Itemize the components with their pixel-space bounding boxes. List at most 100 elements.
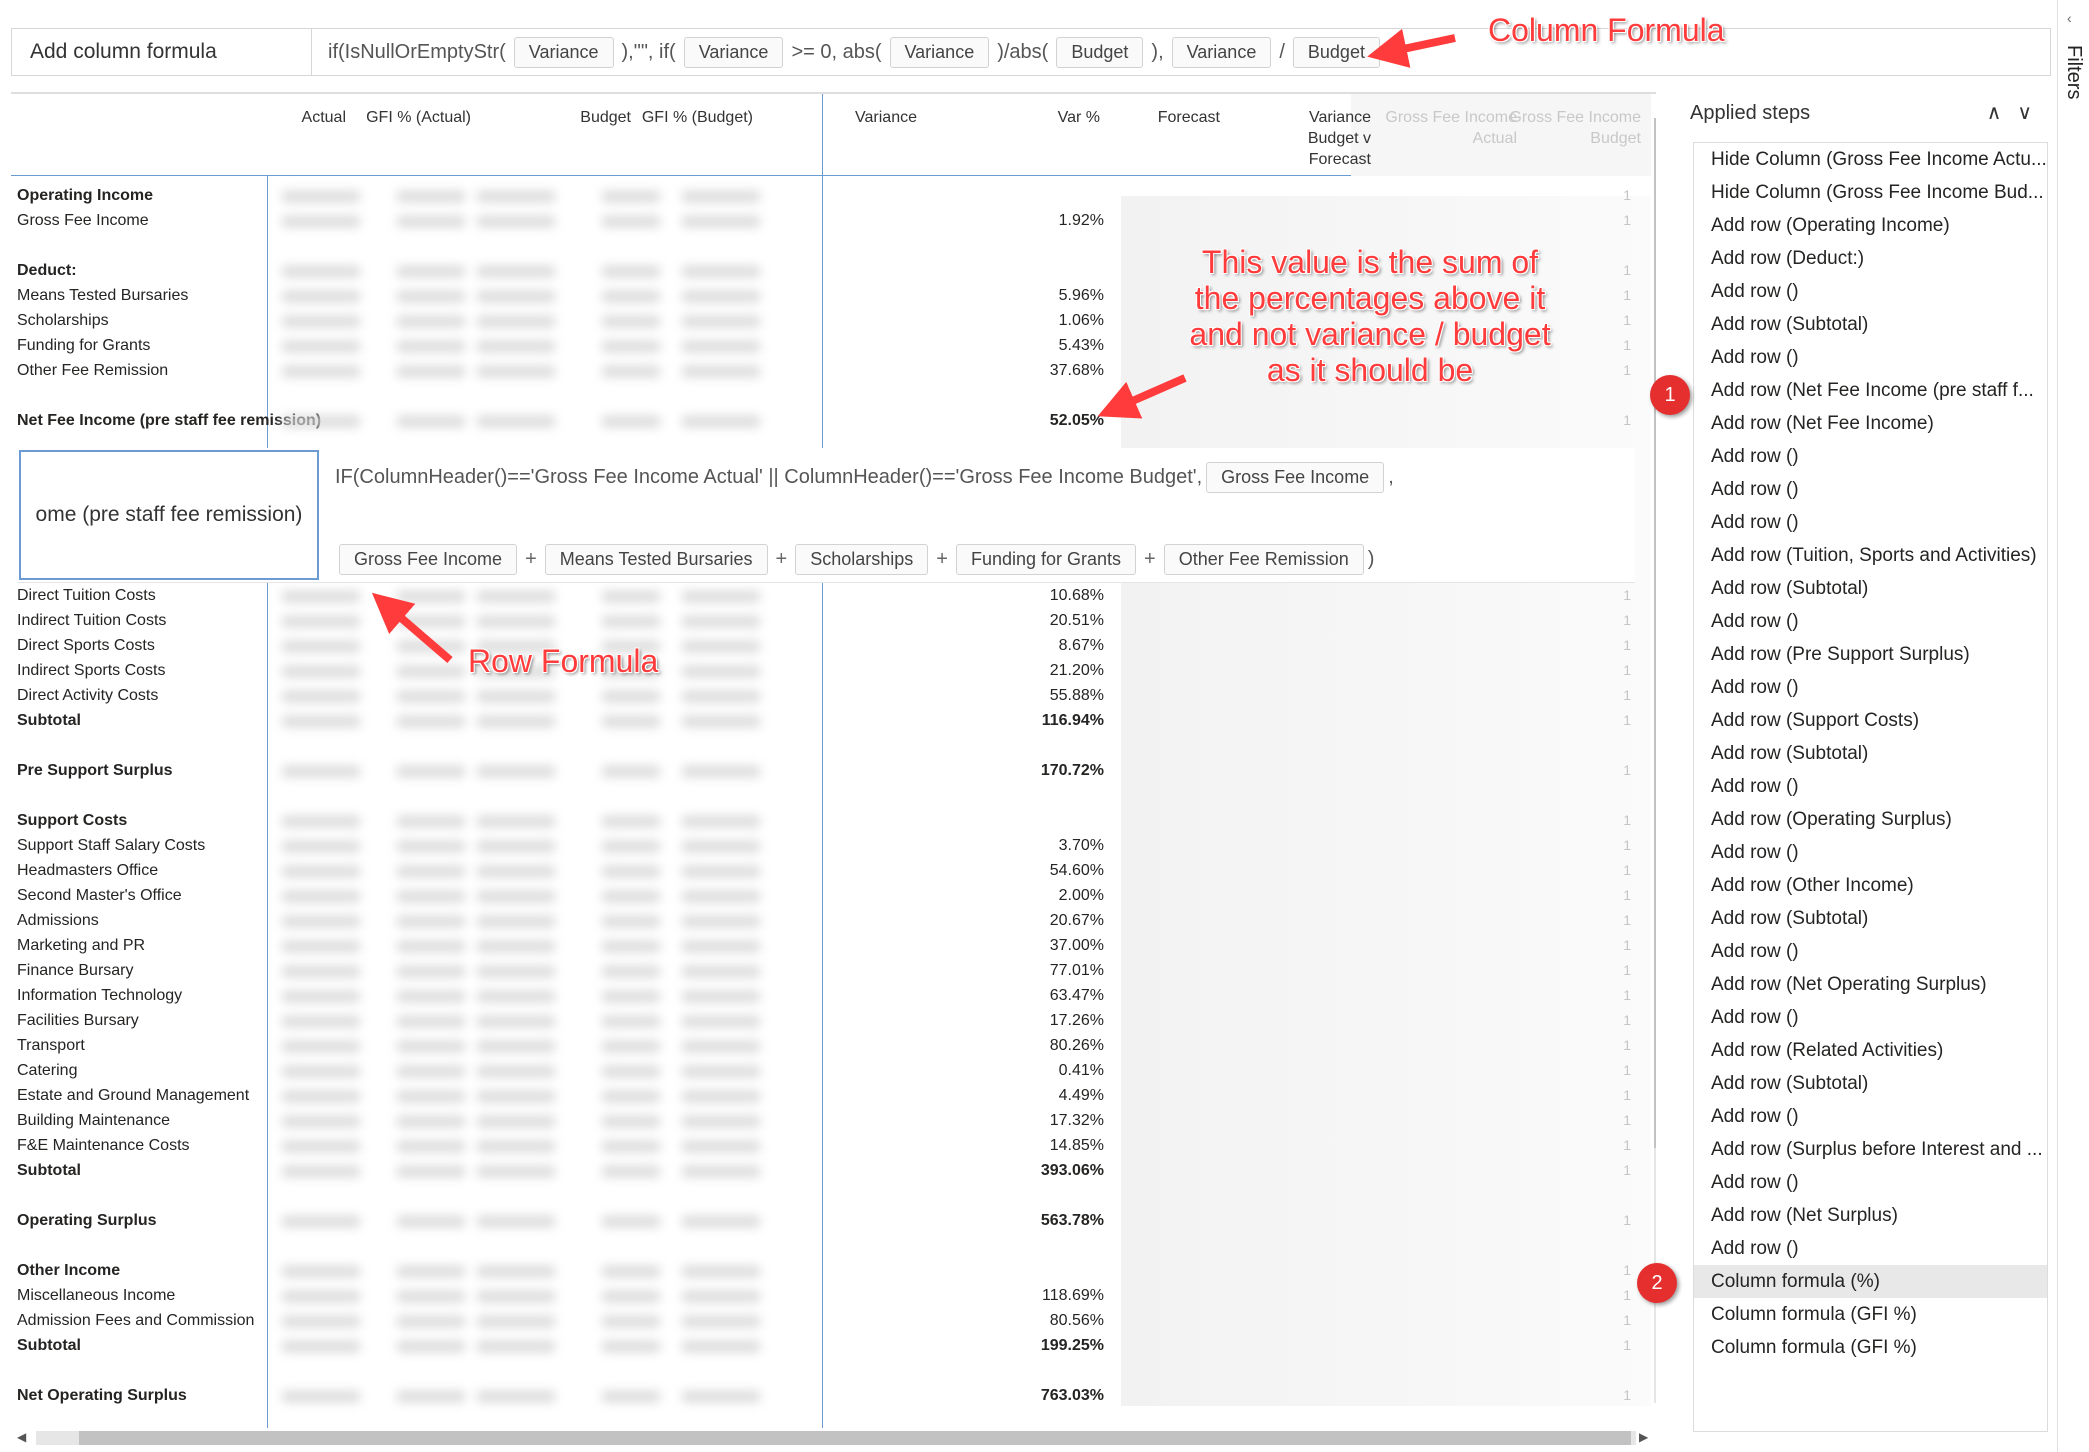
applied-step-item[interactable]: Add row () (1694, 605, 2047, 638)
applied-steps-list[interactable]: Hide Column (Gross Fee Income Actu... Hid… (1693, 142, 2048, 1432)
column-header[interactable]: Gross Fee Income Budget (1509, 107, 1641, 149)
applied-step-item[interactable]: Add row () (1694, 506, 2047, 539)
applied-step-item[interactable]: Column formula (GFI %) (1694, 1298, 2047, 1331)
table-row[interactable]: Finance Bursary 1 77.01% (11, 958, 1651, 983)
scroll-down-icon[interactable]: ▼ (1655, 1410, 1656, 1424)
column-header[interactable]: Budget (580, 107, 631, 128)
row-formula-name-field[interactable]: ome (pre staff fee remission) (19, 450, 319, 580)
table-row[interactable]: Direct Tuition Costs 1 10.68% (11, 583, 1651, 608)
applied-step-item[interactable]: Add row (Tuition, Sports and Activities) (1694, 539, 2047, 572)
table-row[interactable]: Support Staff Salary Costs 1 3.70% (11, 833, 1651, 858)
scroll-up-icon[interactable]: ▲ (1655, 100, 1656, 114)
applied-step-item[interactable]: Add row (Net Fee Income) (1694, 407, 2047, 440)
applied-step-item[interactable]: Add row () (1694, 473, 2047, 506)
filters-label[interactable]: Filters (2062, 45, 2085, 99)
hscroll-thumb[interactable] (79, 1431, 1631, 1445)
vertical-scrollbar[interactable]: ▲ ▼ (1651, 98, 1656, 1428)
table-row[interactable]: Headmasters Office 1 54.60% (11, 858, 1651, 883)
column-header[interactable]: Variance Budget v Forecast (1308, 107, 1371, 170)
applied-step-item[interactable]: Add row (Net Operating Surplus) (1694, 968, 2047, 1001)
table-row[interactable]: Building Maintenance 1 17.32% (11, 1108, 1651, 1133)
column-header[interactable]: GFI % (Budget) (642, 107, 753, 128)
applied-step-item[interactable]: Add row (Surplus before Interest and ... (1694, 1133, 2047, 1166)
applied-step-item[interactable]: Hide Column (Gross Fee Income Bud... (1694, 176, 2047, 209)
applied-step-item[interactable]: Add row () (1694, 275, 2047, 308)
table-row[interactable] (11, 1358, 1651, 1383)
table-row[interactable]: Admissions 1 20.67% (11, 908, 1651, 933)
table-row[interactable]: Estate and Ground Management 1 4.49% (11, 1083, 1651, 1108)
applied-step-item[interactable]: Add row (Subtotal) (1694, 902, 2047, 935)
table-row[interactable]: Subtotal 1 116.94% (11, 708, 1651, 733)
row-reference-chip[interactable]: Gross Fee Income (339, 544, 518, 575)
applied-step-item[interactable]: Column formula (GFI %) (1694, 1331, 2047, 1364)
column-header[interactable]: Gross Fee Income Actual (1385, 107, 1517, 149)
table-row[interactable]: Support Costs 1 (11, 808, 1651, 833)
column-formula-bar[interactable]: Add column formula if(IsNullOrEmptyStr(V… (11, 28, 2051, 76)
table-row[interactable]: Catering 1 0.41% (11, 1058, 1651, 1083)
column-reference-chip[interactable]: Budget (1056, 36, 1144, 68)
column-reference-chip[interactable]: Variance (889, 36, 990, 68)
applied-step-item[interactable]: Add row () (1694, 341, 2047, 374)
column-reference-chip[interactable]: Variance (513, 36, 614, 68)
applied-step-item[interactable]: Add row (Operating Surplus) (1694, 803, 2047, 836)
column-header[interactable]: Var % (1058, 107, 1100, 128)
chevron-down-icon[interactable]: ∨ (2017, 100, 2032, 125)
column-reference-chip[interactable]: Variance (1171, 36, 1272, 68)
column-header[interactable]: Actual (302, 107, 346, 128)
column-header[interactable]: Variance (855, 107, 917, 128)
applied-step-item[interactable]: Add row () (1694, 1100, 2047, 1133)
table-row[interactable]: Transport 1 80.26% (11, 1033, 1651, 1058)
table-row[interactable]: Net Operating Surplus 1 763.03% (11, 1383, 1651, 1408)
table-row[interactable]: Marketing and PR 1 37.00% (11, 933, 1651, 958)
applied-step-item[interactable]: Add row () (1694, 1001, 2047, 1034)
filters-pane-collapsed[interactable]: ‹ Filters (2057, 0, 2089, 1452)
applied-step-item[interactable]: Hide Column (Gross Fee Income Actu... (1694, 143, 2047, 176)
table-row[interactable]: Subtotal 1 393.06% (11, 1158, 1651, 1183)
row-formula-line-1[interactable]: IF(ColumnHeader()=='Gross Fee Income Act… (335, 462, 1394, 493)
column-reference-chip[interactable]: Budget (1292, 36, 1380, 68)
applied-step-item[interactable]: Add row (Net Fee Income (pre staff f... (1694, 374, 2047, 407)
table-row[interactable] (11, 733, 1651, 758)
applied-step-item[interactable]: Add row (Operating Income) (1694, 209, 2047, 242)
table-row[interactable]: Facilities Bursary 1 17.26% (11, 1008, 1651, 1033)
applied-step-item[interactable]: Add row () (1694, 671, 2047, 704)
table-row[interactable]: Subtotal 1 199.25% (11, 1333, 1651, 1358)
applied-step-item[interactable]: Add row (Subtotal) (1694, 737, 2047, 770)
applied-step-item[interactable]: Add row (Subtotal) (1694, 308, 2047, 341)
table-row[interactable] (11, 783, 1651, 808)
chevron-up-icon[interactable]: ∧ (1987, 100, 2002, 125)
row-reference-chip[interactable]: Scholarships (795, 544, 929, 575)
table-row[interactable]: Direct Sports Costs 1 8.67% (11, 633, 1651, 658)
row-reference-chip[interactable]: Other Fee Remission (1163, 544, 1364, 575)
applied-step-item[interactable]: Add row (Pre Support Surplus) (1694, 638, 2047, 671)
table-row[interactable]: Indirect Sports Costs 1 21.20% (11, 658, 1651, 683)
row-formula-chip[interactable]: Gross Fee Income (1206, 462, 1385, 493)
table-row[interactable]: Operating Income 1 (11, 183, 1651, 208)
applied-step-item[interactable]: Add row () (1694, 935, 2047, 968)
applied-step-item[interactable]: Add row (Deduct:) (1694, 242, 2047, 275)
row-reference-chip[interactable]: Means Tested Bursaries (544, 544, 768, 575)
vscroll-thumb[interactable] (1654, 118, 1656, 1148)
applied-step-item[interactable]: Add row (Other Income) (1694, 869, 2047, 902)
table-row[interactable]: Second Master's Office 1 2.00% (11, 883, 1651, 908)
horizontal-scrollbar[interactable]: ◀ ▶ (11, 1426, 1656, 1448)
applied-step-item[interactable]: Add row () (1694, 1232, 2047, 1265)
table-row[interactable]: Information Technology 1 63.47% (11, 983, 1651, 1008)
scroll-right-icon[interactable]: ▶ (1639, 1430, 1648, 1444)
applied-step-item[interactable]: Column formula (%) (1694, 1265, 2047, 1298)
row-formula-editor[interactable]: ome (pre staff fee remission) IF(ColumnH… (17, 448, 1635, 583)
table-row[interactable]: Operating Surplus 1 563.78% (11, 1208, 1651, 1233)
table-row[interactable]: Other Income 1 (11, 1258, 1651, 1283)
scroll-left-icon[interactable]: ◀ (17, 1430, 26, 1444)
table-row[interactable]: Pre Support Surplus 1 170.72% (11, 758, 1651, 783)
column-formula-expression[interactable]: if(IsNullOrEmptyStr(Variance),"", if(Var… (312, 36, 2050, 68)
table-row[interactable]: Admission Fees and Commission 1 80.56% (11, 1308, 1651, 1333)
table-row[interactable]: Net Fee Income (pre staff fee remission)… (11, 408, 1651, 433)
applied-step-item[interactable]: Add row (Related Activities) (1694, 1034, 2047, 1067)
table-row[interactable] (11, 1233, 1651, 1258)
table-row[interactable]: Gross Fee Income 1 1.92% (11, 208, 1651, 233)
column-reference-chip[interactable]: Variance (683, 36, 784, 68)
applied-step-item[interactable]: Add row (Subtotal) (1694, 572, 2047, 605)
applied-step-item[interactable]: Add row () (1694, 1166, 2047, 1199)
applied-step-item[interactable]: Add row (Support Costs) (1694, 704, 2047, 737)
